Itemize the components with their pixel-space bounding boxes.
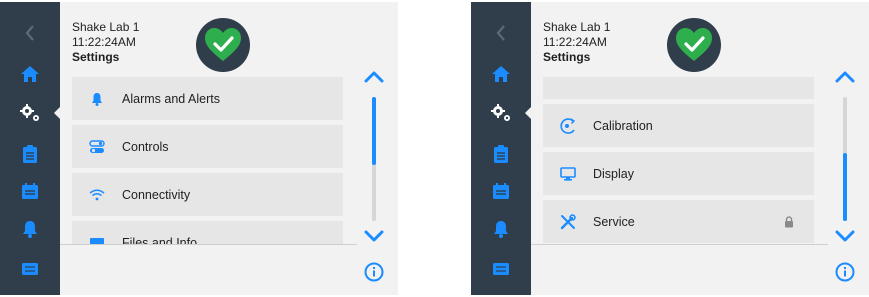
list-item-connectivity[interactable]: Connectivity xyxy=(72,173,343,216)
sidebar-back[interactable] xyxy=(471,14,531,52)
scrollbar-track[interactable] xyxy=(372,97,376,221)
page-title: Settings xyxy=(72,50,120,64)
list-item-label: Controls xyxy=(122,139,169,154)
header: Shake Lab 1 11:22:24AM Settings xyxy=(72,20,139,65)
scrollbar-thumb[interactable] xyxy=(843,153,847,221)
settings-screen-right: Shake Lab 1 11:22:24AM Settings Calibrat… xyxy=(471,2,869,295)
list-item-alarms[interactable]: Alarms and Alerts xyxy=(72,77,343,120)
settings-list: Calibration Display Service xyxy=(543,77,814,245)
info-icon xyxy=(364,262,384,282)
settings-icon xyxy=(491,104,510,121)
monitor-icon xyxy=(560,166,576,181)
info-button[interactable] xyxy=(362,262,386,284)
sidebar-log[interactable] xyxy=(0,135,60,173)
page-title: Settings xyxy=(543,50,591,64)
list-item-label: Service xyxy=(593,214,635,229)
sidebar-alarms[interactable] xyxy=(471,210,531,248)
sidebar-schedule[interactable] xyxy=(0,172,60,210)
sidebar-schedule[interactable] xyxy=(471,172,531,210)
chevron-down-icon xyxy=(364,230,384,242)
tools-icon xyxy=(560,213,576,229)
heart-check-icon xyxy=(205,28,241,61)
sidebar-log[interactable] xyxy=(471,135,531,173)
home-icon xyxy=(21,66,39,82)
info-icon xyxy=(835,262,855,282)
clipboard-icon xyxy=(23,145,37,163)
scroll-up-button[interactable] xyxy=(362,71,386,89)
scroll-down-button[interactable] xyxy=(362,230,386,248)
sidebar xyxy=(471,2,531,295)
list-item-service[interactable]: Service xyxy=(543,200,814,243)
list-item-files[interactable]: Files and Info xyxy=(72,221,343,245)
device-name: Shake Lab 1 xyxy=(543,20,611,34)
bell-icon xyxy=(23,221,37,238)
clock: 11:22:24AM xyxy=(72,35,136,49)
clock: 11:22:24AM xyxy=(543,35,607,49)
back-icon xyxy=(496,25,505,41)
list-item-partial[interactable] xyxy=(543,77,814,99)
keyboard-icon xyxy=(22,263,38,275)
header: Shake Lab 1 11:22:24AM Settings xyxy=(543,20,610,65)
status-indicator xyxy=(667,18,721,72)
heart-check-icon xyxy=(676,28,712,61)
keyboard-icon xyxy=(493,263,509,275)
scroll-up-button[interactable] xyxy=(833,71,857,89)
info-button[interactable] xyxy=(833,262,857,284)
status-indicator xyxy=(196,18,250,72)
clipboard-icon xyxy=(494,145,508,163)
divider xyxy=(531,244,828,245)
active-indicator xyxy=(525,107,531,119)
list-item-label: Alarms and Alerts xyxy=(122,91,220,106)
list-item-calibration[interactable]: Calibration xyxy=(543,104,814,147)
list-item-controls[interactable]: Controls xyxy=(72,125,343,168)
sidebar-settings[interactable] xyxy=(471,94,531,132)
divider xyxy=(60,244,357,245)
device-name: Shake Lab 1 xyxy=(72,20,140,34)
wifi-icon xyxy=(89,189,105,200)
sidebar-back[interactable] xyxy=(0,14,60,52)
calendar-icon xyxy=(22,183,38,199)
active-indicator xyxy=(54,107,60,119)
settings-screen-left: Shake Lab 1 11:22:24AM Settings Alarms a… xyxy=(0,2,398,295)
sidebar-alarms[interactable] xyxy=(0,210,60,248)
sidebar-keypad[interactable] xyxy=(0,250,60,288)
calibration-icon xyxy=(560,117,576,134)
sidebar-home[interactable] xyxy=(0,55,60,93)
bell-icon xyxy=(92,92,102,106)
settings-list: Alarms and Alerts Controls Connectivity … xyxy=(72,77,343,245)
chevron-down-icon xyxy=(835,230,855,242)
settings-icon xyxy=(20,104,39,121)
sidebar-keypad[interactable] xyxy=(471,250,531,288)
bell-icon xyxy=(494,221,508,238)
back-icon xyxy=(25,25,34,41)
sidebar-home[interactable] xyxy=(471,55,531,93)
chevron-up-icon xyxy=(835,71,855,83)
scrollbar-track[interactable] xyxy=(843,97,847,221)
sidebar xyxy=(0,2,60,295)
sidebar-settings[interactable] xyxy=(0,94,60,132)
scroll-down-button[interactable] xyxy=(833,230,857,248)
chevron-up-icon xyxy=(364,71,384,83)
lock-icon xyxy=(785,216,793,228)
scrollbar-thumb[interactable] xyxy=(372,97,376,165)
toggle-icon xyxy=(89,139,105,153)
calendar-icon xyxy=(493,183,509,199)
list-item-label: Calibration xyxy=(593,118,653,133)
list-item-label: Connectivity xyxy=(122,187,191,202)
list-item-label: Display xyxy=(593,166,634,181)
home-icon xyxy=(492,66,510,82)
list-item-display[interactable]: Display xyxy=(543,152,814,195)
